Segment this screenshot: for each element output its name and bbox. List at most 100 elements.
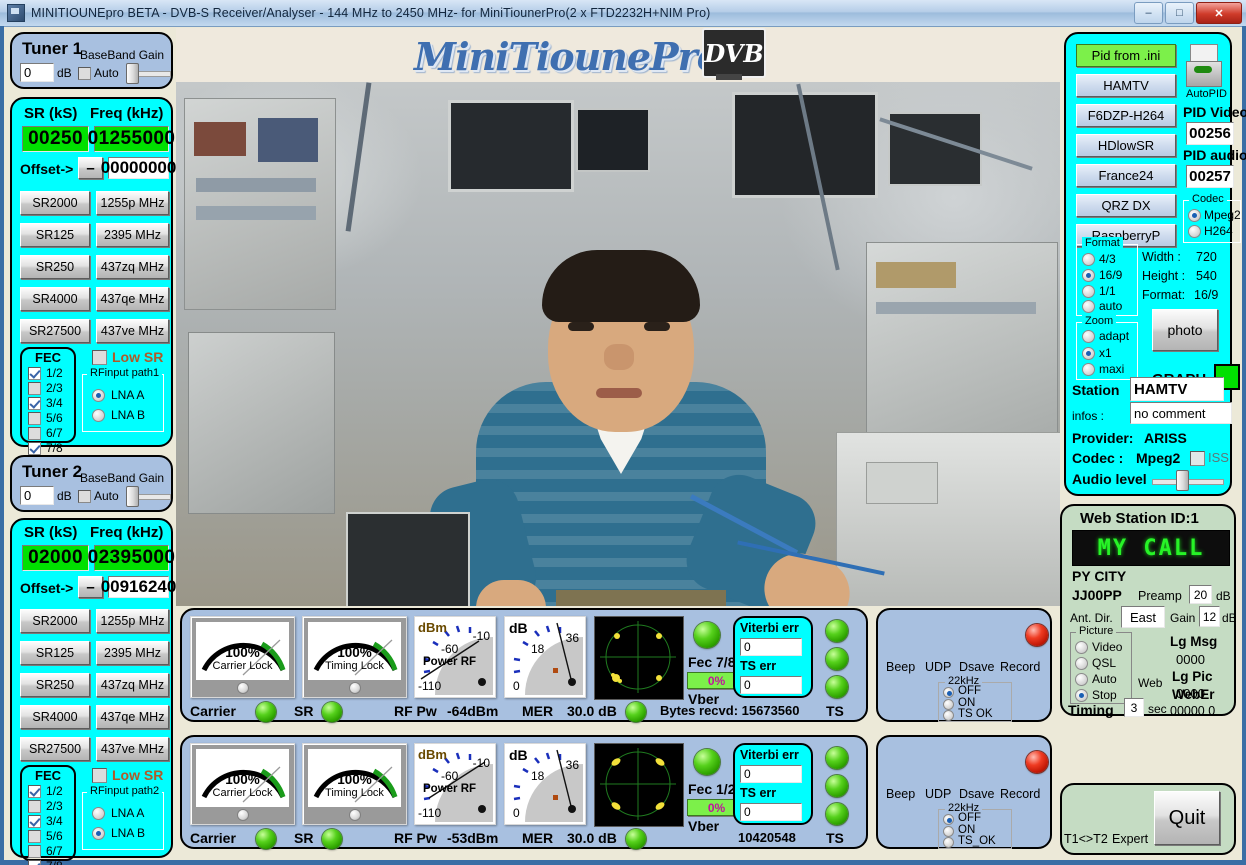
expert-switch[interactable] <box>1114 791 1144 831</box>
tuner2-sr-value[interactable]: 02000 <box>22 545 89 571</box>
photo-button[interactable]: photo <box>1152 309 1218 351</box>
audio-level-slider-knob[interactable] <box>1176 470 1189 491</box>
format-radio-2[interactable] <box>1082 285 1095 298</box>
minimize-button[interactable]: – <box>1134 2 1163 24</box>
picture-radio-2[interactable] <box>1075 673 1088 686</box>
tuner1-fec-checkbox-3[interactable] <box>28 412 41 425</box>
zoom-radio-0[interactable] <box>1082 330 1095 343</box>
tuner1-fec-checkbox-1[interactable] <box>28 382 41 395</box>
infos-input[interactable]: no comment <box>1130 402 1232 424</box>
maximize-button[interactable]: □ <box>1165 2 1194 24</box>
tuner1-fec-checkbox-0[interactable] <box>28 367 41 380</box>
video-image[interactable] <box>176 82 1060 606</box>
codec-radio-1[interactable] <box>1188 225 1201 238</box>
antdir-value[interactable]: East <box>1121 606 1165 628</box>
pid-preset-3[interactable]: HDlowSR <box>1076 134 1176 157</box>
tuner2-auto-checkbox[interactable] <box>78 490 91 503</box>
tuner1-rf-radio-1[interactable] <box>92 409 105 422</box>
pid-video-value[interactable]: 00256 <box>1186 122 1234 145</box>
tuner1-fec-checkbox-2[interactable] <box>28 397 41 410</box>
web-toggle-switch[interactable] <box>1138 634 1168 674</box>
tuner1-gain-slider-knob[interactable] <box>126 63 139 84</box>
pid-preset-5[interactable]: QRZ DX <box>1076 194 1176 217</box>
t1t2-switch[interactable] <box>1074 791 1104 831</box>
khz-radio-1-2[interactable] <box>943 710 954 721</box>
tuner2-fec-checkbox-1[interactable] <box>28 800 41 813</box>
pid-preset-4[interactable]: France24 <box>1076 164 1176 187</box>
dsave-switch-2[interactable] <box>964 745 994 785</box>
format-radio-3[interactable] <box>1082 300 1095 313</box>
codec-radio-0[interactable] <box>1188 209 1201 222</box>
tuner2-freq-button-1[interactable]: 2395 MHz <box>96 641 169 665</box>
antgain-value[interactable]: 12 <box>1199 606 1220 627</box>
station-input[interactable]: HAMTV <box>1130 377 1224 401</box>
tuner1-rf-radio-0[interactable] <box>92 389 105 402</box>
tuner2-sr-button-2[interactable]: SR250 <box>20 673 90 697</box>
khz-radio-2-0[interactable] <box>943 814 954 825</box>
khz-radio-1-0[interactable] <box>943 687 954 698</box>
zoom-radio-1[interactable] <box>1082 347 1095 360</box>
tuner2-rf-radio-0[interactable] <box>92 807 105 820</box>
tuner1-sr-value[interactable]: 00250 <box>22 126 89 152</box>
khz-radio-2-1[interactable] <box>943 826 954 837</box>
tuner1-offset-sign-button[interactable]: – <box>78 157 103 179</box>
tuner2-offset-sign-button[interactable]: – <box>78 576 103 598</box>
tuner1-fec-checkbox-4[interactable] <box>28 427 41 440</box>
timing-value[interactable]: 3 <box>1124 698 1144 717</box>
format-radio-0[interactable] <box>1082 253 1095 266</box>
tuner2-sr-button-3[interactable]: SR4000 <box>20 705 90 729</box>
tuner1-freq-button-0[interactable]: 1255p MHz <box>96 191 169 215</box>
preamp-value[interactable]: 20 <box>1189 585 1212 604</box>
tuner1-sr-button-0[interactable]: SR2000 <box>20 191 90 215</box>
khz-radio-2-2[interactable] <box>943 837 954 848</box>
tuner1-sr-button-2[interactable]: SR250 <box>20 255 90 279</box>
tuner1-auto-checkbox[interactable] <box>78 67 91 80</box>
tuner2-fec-checkbox-5[interactable] <box>28 860 41 865</box>
tuner2-freq-button-2[interactable]: 437zq MHz <box>96 673 169 697</box>
beep-switch-1[interactable] <box>888 618 918 658</box>
tuner2-gain-input[interactable]: 0 <box>20 486 54 505</box>
tuner1-freq-button-1[interactable]: 2395 MHz <box>96 223 169 247</box>
close-button[interactable]: ✕ <box>1196 2 1242 24</box>
tuner2-fec-checkbox-3[interactable] <box>28 830 41 843</box>
tuner2-lowsr-checkbox[interactable] <box>92 768 107 783</box>
tuner2-freq-value[interactable]: 02395000 <box>88 545 175 571</box>
picture-radio-1[interactable] <box>1075 657 1088 670</box>
tuner2-freq-button-4[interactable]: 437ve MHz <box>96 737 169 761</box>
tuner1-freq-button-3[interactable]: 437qe MHz <box>96 287 169 311</box>
tuner2-offset-value[interactable]: 00916240 <box>101 576 176 598</box>
tuner1-freq-button-4[interactable]: 437ve MHz <box>96 319 169 343</box>
tuner2-rf-radio-1[interactable] <box>92 827 105 840</box>
tuner1-gain-input[interactable]: 0 <box>20 63 54 82</box>
picture-radio-0[interactable] <box>1075 641 1088 654</box>
tuner2-freq-button-3[interactable]: 437qe MHz <box>96 705 169 729</box>
pid-preset-1[interactable]: HAMTV <box>1076 74 1176 97</box>
pid-preset-2[interactable]: F6DZP-H264 <box>1076 104 1176 127</box>
format-radio-1[interactable] <box>1082 269 1095 282</box>
tuner2-sr-button-0[interactable]: SR2000 <box>20 609 90 633</box>
udp-switch-2[interactable] <box>926 745 956 785</box>
autopid-switch-icon[interactable] <box>1186 44 1222 87</box>
tuner2-sr-button-1[interactable]: SR125 <box>20 641 90 665</box>
tuner2-fec-checkbox-0[interactable] <box>28 785 41 798</box>
iss-checkbox[interactable] <box>1190 451 1205 466</box>
tuner2-fec-checkbox-4[interactable] <box>28 845 41 858</box>
tuner1-offset-value[interactable]: 00000000 <box>101 157 176 179</box>
tuner1-fec-checkbox-5[interactable] <box>28 442 41 455</box>
beep-switch-2[interactable] <box>888 745 918 785</box>
zoom-radio-2[interactable] <box>1082 363 1095 376</box>
tuner2-fec-checkbox-2[interactable] <box>28 815 41 828</box>
pid-audio-value[interactable]: 00257 <box>1186 165 1234 188</box>
quit-button[interactable]: Quit <box>1154 791 1220 845</box>
khz-radio-1-1[interactable] <box>943 699 954 710</box>
tuner1-lowsr-checkbox[interactable] <box>92 350 107 365</box>
tuner2-gain-slider-knob[interactable] <box>126 486 139 507</box>
tuner1-freq-button-2[interactable]: 437zq MHz <box>96 255 169 279</box>
tuner2-sr-button-4[interactable]: SR27500 <box>20 737 90 761</box>
tuner1-freq-value[interactable]: 01255000 <box>88 126 175 152</box>
picture-radio-3[interactable] <box>1075 689 1088 702</box>
tuner1-sr-button-1[interactable]: SR125 <box>20 223 90 247</box>
pid-preset-0[interactable]: Pid from .ini <box>1076 44 1176 67</box>
dsave-switch-1[interactable] <box>964 618 994 658</box>
tuner1-sr-button-4[interactable]: SR27500 <box>20 319 90 343</box>
